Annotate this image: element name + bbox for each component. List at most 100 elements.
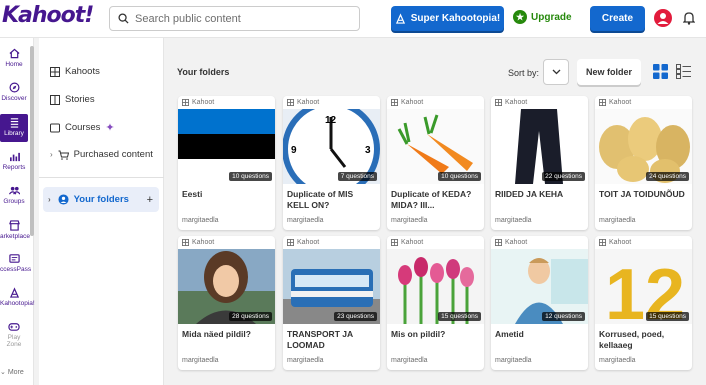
kahoot-logo[interactable]: Kahoot!	[2, 3, 94, 28]
grid-icon	[495, 99, 502, 106]
kahoot-card[interactable]: Kahoot 23 questions TRANSPORT JA LOOMAD mar…	[283, 236, 380, 370]
rail-scrollbar[interactable]	[30, 46, 34, 236]
rail-item-marketplace[interactable]: arketplace	[0, 220, 30, 244]
sparkle-icon: ✦	[105, 122, 115, 134]
card-title: RIIDED JA KEHA	[495, 189, 564, 199]
kahootopia-icon	[9, 287, 19, 298]
card-cover-image: 12 questions	[491, 249, 588, 324]
avatar[interactable]	[654, 9, 672, 27]
rail-label-reports: Reports	[2, 164, 26, 171]
card-cover-image: 12 9 3 7 questions	[283, 109, 380, 184]
rail-label-discover: Discover	[1, 95, 27, 102]
top-bar: Kahoot! Super Kahootopia! ★ Upgrade Crea…	[0, 0, 706, 38]
sidebar-label-stories: Stories	[65, 94, 95, 105]
user-circle-icon	[58, 194, 69, 205]
card-type: Kahoot	[182, 239, 214, 246]
bell-icon[interactable]	[682, 11, 696, 30]
kahoot-card[interactable]: Kahoot 12 15 questions Korrused, poed, kell…	[595, 236, 692, 370]
question-count-badge: 7 questions	[337, 172, 377, 181]
list-view-icon[interactable]	[676, 64, 691, 84]
rail-item-kahootopia[interactable]: Kahootopia!	[0, 287, 35, 311]
card-type-label: Kahoot	[192, 99, 215, 106]
rail-label-accesspass: ccessPass	[0, 266, 32, 273]
cart-icon	[58, 150, 69, 160]
rail-item-discover[interactable]: Discover	[0, 82, 28, 106]
card-author: margitaedla	[391, 357, 428, 364]
sort-label: Sort by:	[508, 68, 540, 78]
grid-icon	[287, 99, 294, 106]
grid-view-icon[interactable]	[653, 64, 668, 84]
rail-item-playzone[interactable]: Play Zone	[0, 321, 28, 348]
kahoot-card[interactable]: Kahoot 28 questions Mida näed pildil? margi…	[178, 236, 275, 370]
rail-item-groups[interactable]: Groups	[0, 185, 28, 209]
card-cover-image: 12 15 questions	[595, 249, 692, 324]
rail-item-reports[interactable]: Reports	[0, 151, 28, 175]
sidebar-item-your-folders[interactable]: › Your folders +	[43, 187, 159, 212]
rail-more-button[interactable]: ⌄ More	[0, 368, 24, 376]
svg-text:9: 9	[291, 145, 297, 156]
rail-item-accesspass[interactable]: ccessPass	[0, 253, 32, 277]
add-folder-icon[interactable]: +	[147, 194, 153, 206]
card-cover-image: 10 questions	[178, 109, 275, 184]
upgrade-label: Upgrade	[531, 11, 572, 23]
card-cover-image: 10 questions	[387, 109, 484, 184]
rail-label-library: Library	[4, 130, 24, 137]
card-cover-image: 15 questions	[387, 249, 484, 324]
card-author: margitaedla	[391, 217, 428, 224]
card-type: Kahoot	[599, 239, 631, 246]
question-count-badge: 10 questions	[229, 172, 272, 181]
kahoot-card[interactable]: Kahoot 24 questions TOIT JA TOIDUNÕUD margi…	[595, 96, 692, 230]
rail-item-library[interactable]: Library	[0, 114, 28, 142]
courses-icon	[50, 123, 60, 132]
upgrade-button[interactable]: ★ Upgrade	[513, 10, 572, 24]
grid-icon	[182, 99, 189, 106]
user-icon	[657, 13, 669, 24]
rail-label-groups: Groups	[3, 198, 25, 205]
search-input[interactable]	[135, 10, 355, 27]
sidebar-label-kahoots: Kahoots	[65, 66, 100, 77]
sidebar-item-kahoots[interactable]: Kahoots	[50, 66, 100, 77]
kahoot-card[interactable]: Kahoot 10 questions Duplicate of KEDA? MID…	[387, 96, 484, 230]
grid-icon	[287, 239, 294, 246]
card-author: margitaedla	[182, 217, 219, 224]
question-count-badge: 28 questions	[229, 312, 272, 321]
library-sidebar: Kahoots Stories Courses ✦ › Purchased co…	[39, 38, 164, 385]
kahoot-card[interactable]: Kahoot 22 questions RIIDED JA KEHA margitae…	[491, 96, 588, 230]
question-count-badge: 24 questions	[646, 172, 689, 181]
kahoot-card[interactable]: Kahoot 12 9 3 7 questions Duplicate of MIS KE…	[283, 96, 380, 230]
card-type-label: Kahoot	[505, 239, 528, 246]
super-kahootopia-button[interactable]: Super Kahootopia!	[391, 6, 504, 31]
kahoot-card[interactable]: Kahoot 12 questions Ametid margitaedla	[491, 236, 588, 370]
kahoot-card[interactable]: Kahoot 15 questions Mis on pildil? margitae…	[387, 236, 484, 370]
rail-item-home[interactable]: Home	[0, 48, 28, 72]
gamepad-icon	[8, 323, 20, 331]
rail-label-home: Home	[5, 61, 23, 68]
card-type-label: Kahoot	[609, 99, 632, 106]
card-author: margitaedla	[495, 217, 532, 224]
library-icon	[10, 118, 18, 128]
sort-dropdown[interactable]	[543, 59, 569, 85]
sidebar-label-your-folders: Your folders	[73, 194, 129, 205]
create-button[interactable]: Create	[590, 6, 645, 31]
card-author: margitaedla	[287, 217, 324, 224]
card-type: Kahoot	[287, 239, 319, 246]
nav-rail: Home Discover Library Reports Groups ark…	[0, 38, 35, 385]
kahootopia-icon	[395, 13, 405, 24]
card-type-label: Kahoot	[609, 239, 632, 246]
kahoot-card[interactable]: Kahoot 10 questions Eesti margitaedla	[178, 96, 275, 230]
sidebar-item-stories[interactable]: Stories	[50, 94, 95, 105]
card-cover-image: 22 questions	[491, 109, 588, 184]
new-folder-button[interactable]: New folder	[577, 59, 641, 85]
card-author: margitaedla	[599, 357, 636, 364]
svg-text:3: 3	[365, 145, 371, 156]
home-icon	[9, 48, 19, 59]
sidebar-item-courses[interactable]: Courses ✦	[50, 121, 115, 134]
sidebar-item-purchased[interactable]: › Purchased content	[50, 149, 153, 160]
card-author: margitaedla	[495, 357, 532, 364]
card-title: Korrused, poed, kellaaeg	[599, 329, 665, 350]
rail-more-label: More	[7, 369, 24, 376]
search-box[interactable]	[109, 6, 360, 31]
grid-icon	[50, 66, 60, 77]
chart-icon	[9, 152, 20, 162]
card-title: Ametid	[495, 329, 524, 339]
